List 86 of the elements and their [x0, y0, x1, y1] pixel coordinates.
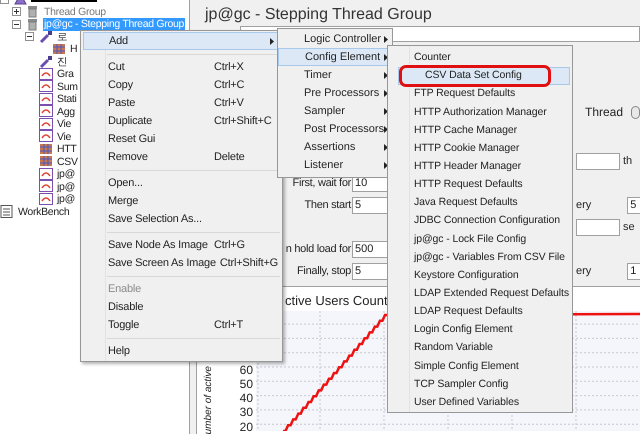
menu-item[interactable]: User Defined Variables [388, 394, 572, 412]
menu-item[interactable]: Save Selection As... [83, 210, 280, 228]
chart-icon [39, 180, 53, 194]
menu-item[interactable]: HTTP Header Manager [388, 158, 572, 176]
tree-item[interactable]: CSV [56, 156, 79, 168]
chart-title: ctive Users Count [285, 292, 388, 310]
field-label: ery [576, 198, 592, 213]
tree-item[interactable]: Gra [56, 68, 75, 80]
panel-title: jp@gc - Stepping Thread Group [204, 5, 433, 24]
tree-item[interactable]: WorkBench [17, 206, 70, 218]
chart-icon [39, 92, 53, 106]
field-suffix: se [623, 220, 635, 235]
field-label: First, wait for [292, 176, 351, 191]
menu-item[interactable]: Help [83, 342, 280, 360]
grid-icon [39, 142, 53, 156]
chart-icon [39, 130, 53, 144]
menu-item[interactable]: Random Variable [388, 339, 572, 358]
tree-item[interactable]: Stati [56, 93, 78, 106]
radio-button[interactable] [631, 106, 640, 119]
field-label: n hold load for [286, 242, 351, 257]
pipette-icon [39, 55, 53, 68]
tree-item[interactable]: Vie [56, 118, 72, 130]
expand-toggle[interactable] [12, 20, 21, 29]
field-label: Finally, stop [297, 264, 351, 279]
menu-item[interactable]: Cut Ctrl+X [83, 58, 280, 76]
menu-item[interactable]: LDAP Extended Request Defaults [388, 284, 572, 303]
tree-item[interactable]: Vie [56, 130, 72, 143]
tree-item[interactable]: HTT [56, 143, 78, 156]
menu-item[interactable]: Open... [83, 174, 280, 192]
pipette-icon [39, 30, 53, 44]
tree-item[interactable]: 로 [56, 30, 69, 43]
tick-label: 50 [240, 376, 253, 392]
field-suffix: th [623, 154, 632, 169]
tick-label: 20 [240, 420, 253, 434]
tree-item[interactable]: jp@ [56, 193, 76, 206]
menu-item[interactable]: HTTP Cache Manager [388, 122, 572, 140]
grid-icon [52, 42, 66, 56]
axis-label: umber of active [202, 366, 216, 434]
menu-item[interactable]: Remove Delete [83, 148, 280, 166]
radio-label: Thread [585, 104, 624, 122]
field-label: ery [576, 264, 592, 279]
field-label: Then start [304, 198, 351, 213]
spool-icon [26, 5, 40, 18]
tree-item[interactable]: H [69, 43, 78, 56]
grid-icon [39, 155, 53, 168]
tree-item[interactable]: 진 [56, 56, 69, 68]
menu-item[interactable]: JDBC Connection Configuration [388, 212, 572, 230]
tree-item[interactable]: Agg [56, 106, 76, 118]
input-field[interactable]: 5 [627, 196, 640, 214]
tick-label: 60 [240, 362, 253, 377]
tree-item[interactable]: Sum [56, 80, 79, 93]
input-field[interactable]: 1 [627, 262, 640, 280]
input-field[interactable] [576, 218, 620, 236]
tree-item[interactable]: Thread Group [43, 6, 107, 18]
menu-item[interactable]: Copy Ctrl+C [83, 76, 280, 94]
menu-item[interactable]: Merge [83, 192, 280, 210]
chart-icon [39, 68, 53, 81]
chart-icon [39, 80, 53, 94]
expand-toggle[interactable] [12, 7, 21, 16]
chart-icon [39, 118, 53, 131]
menu-item[interactable]: HTTP Cookie Manager [388, 140, 572, 158]
chart-icon [39, 192, 53, 206]
menu-item[interactable]: Add [83, 32, 280, 50]
menu-item[interactable]: Duplicate Ctrl+Shift+C [83, 112, 280, 130]
spool-icon [26, 18, 40, 31]
menu-item[interactable]: Logic Controller [278, 30, 392, 48]
menu-item[interactable]: HTTP Authorization Manager [388, 103, 572, 122]
menu-item[interactable]: LDAP Request Defaults [388, 302, 572, 322]
menu-item[interactable]: FTP Request Defaults [388, 85, 572, 104]
menu-item[interactable]: Simple Config Element [388, 357, 572, 376]
chart-icon [39, 168, 53, 181]
tree-item[interactable]: jp@ [56, 180, 76, 193]
menu-item[interactable]: TCP Sampler Config [388, 376, 572, 394]
menu-item[interactable]: Toggle Ctrl+T [83, 316, 280, 334]
menu-item[interactable]: Paste Ctrl+V [83, 94, 280, 112]
menu-item[interactable]: Save Node As Image Ctrl+G [83, 236, 280, 254]
menu-item[interactable]: Save Screen As Image Ctrl+Shift+G [83, 254, 280, 272]
tick-label: 30 [240, 405, 253, 420]
menu-item[interactable]: Disable [83, 298, 280, 316]
menu-item[interactable]: Login Config Element [388, 321, 572, 340]
menu-item[interactable]: Reset Gui [83, 130, 280, 148]
input-field[interactable] [576, 152, 620, 170]
chart-icon [39, 105, 53, 118]
tick-label: 40 [240, 391, 253, 406]
tree-item[interactable]: jp@ [56, 168, 76, 180]
expand-toggle[interactable] [25, 32, 34, 42]
